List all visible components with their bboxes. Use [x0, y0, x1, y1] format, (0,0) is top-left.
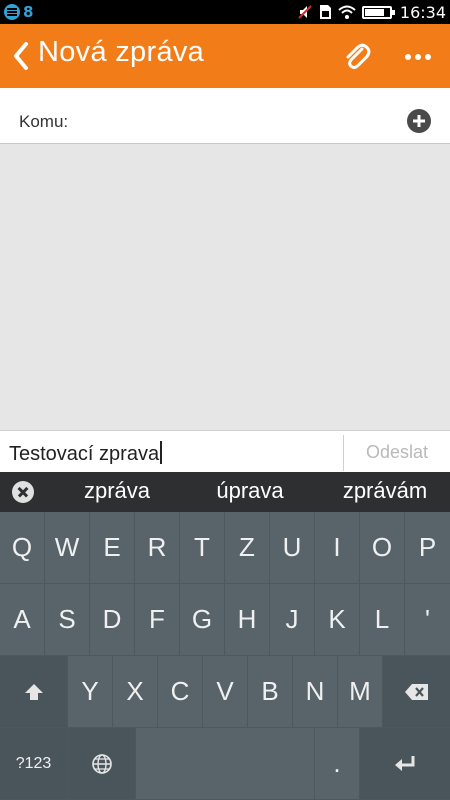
key[interactable]: L	[360, 584, 405, 656]
battery-icon	[361, 5, 395, 19]
symbols-key[interactable]: ?123	[0, 728, 68, 800]
message-thread	[0, 145, 450, 430]
key[interactable]: Z	[225, 512, 270, 584]
backspace-icon	[404, 683, 428, 700]
space-key[interactable]	[136, 728, 315, 800]
keyboard-row-3: Y X C V B N M	[0, 656, 450, 728]
key[interactable]: V	[203, 656, 248, 728]
app-header: Nová zpráva	[0, 24, 450, 88]
paperclip-icon[interactable]	[340, 40, 374, 74]
page-title: Nová zpráva	[38, 36, 205, 68]
keyboard-row-1: Q W E R T Z U I O P	[0, 512, 450, 584]
key[interactable]: C	[158, 656, 203, 728]
enter-icon	[395, 755, 415, 771]
key[interactable]: G	[180, 584, 225, 656]
key[interactable]: P	[405, 512, 450, 584]
key[interactable]: B	[248, 656, 293, 728]
key[interactable]: T	[180, 512, 225, 584]
key[interactable]: E	[90, 512, 135, 584]
key[interactable]: A	[0, 584, 45, 656]
suggestion-item[interactable]: zpráva	[62, 478, 172, 504]
shift-key[interactable]	[0, 656, 68, 728]
suggestion-item[interactable]: úprava	[195, 478, 305, 504]
recipient-label: Komu:	[19, 112, 69, 131]
message-input[interactable]: Testovací zprava	[9, 441, 163, 466]
key[interactable]: K	[315, 584, 360, 656]
notification-count: 8	[23, 3, 34, 21]
more-icon[interactable]	[400, 42, 436, 72]
compose-bar: Testovací zprava Odeslat	[0, 430, 450, 472]
dismiss-suggestions-icon[interactable]	[12, 481, 34, 503]
key[interactable]: O	[360, 512, 405, 584]
suggestion-item[interactable]: zprávám	[325, 478, 445, 504]
key[interactable]: Q	[0, 512, 45, 584]
muted-icon	[298, 5, 312, 19]
backspace-key[interactable]	[383, 656, 450, 728]
enter-key[interactable]	[360, 728, 450, 800]
key[interactable]: N	[293, 656, 338, 728]
keyboard: Q W E R T Z U I O P A S D F G H J K L ' …	[0, 512, 450, 800]
add-contact-icon[interactable]	[407, 109, 431, 133]
key[interactable]: H	[225, 584, 270, 656]
key[interactable]: '	[405, 584, 450, 656]
notification-icon	[4, 4, 20, 20]
keyboard-row-2: A S D F G H J K L '	[0, 584, 450, 656]
suggestion-bar: zpráva úprava zprávám	[0, 472, 450, 512]
back-icon[interactable]	[8, 38, 34, 74]
message-input-text: Testovací zprava	[9, 443, 160, 465]
key[interactable]: R	[135, 512, 180, 584]
send-button[interactable]: Odeslat	[344, 431, 450, 473]
key[interactable]: F	[135, 584, 180, 656]
key[interactable]: D	[90, 584, 135, 656]
shift-icon	[24, 683, 43, 700]
status-bar: 8 16:34	[0, 0, 450, 24]
notification-indicator: 8	[4, 2, 33, 22]
key[interactable]: Y	[68, 656, 113, 728]
language-key[interactable]	[68, 728, 136, 800]
battery-level	[364, 8, 385, 16]
key[interactable]: M	[338, 656, 383, 728]
key[interactable]: S	[45, 584, 90, 656]
key[interactable]: J	[270, 584, 315, 656]
globe-icon	[91, 753, 112, 774]
period-key[interactable]: .	[315, 728, 360, 800]
key[interactable]: W	[45, 512, 90, 584]
key[interactable]: U	[270, 512, 315, 584]
key[interactable]: X	[113, 656, 158, 728]
sim-icon	[319, 5, 331, 19]
key[interactable]: I	[315, 512, 360, 584]
clock: 16:34	[399, 2, 446, 22]
recipient-input[interactable]	[80, 102, 390, 134]
recipient-field[interactable]: Komu:	[0, 88, 450, 144]
keyboard-row-4: ?123 .	[0, 728, 450, 800]
text-cursor	[160, 441, 163, 464]
wifi-icon	[338, 5, 356, 19]
